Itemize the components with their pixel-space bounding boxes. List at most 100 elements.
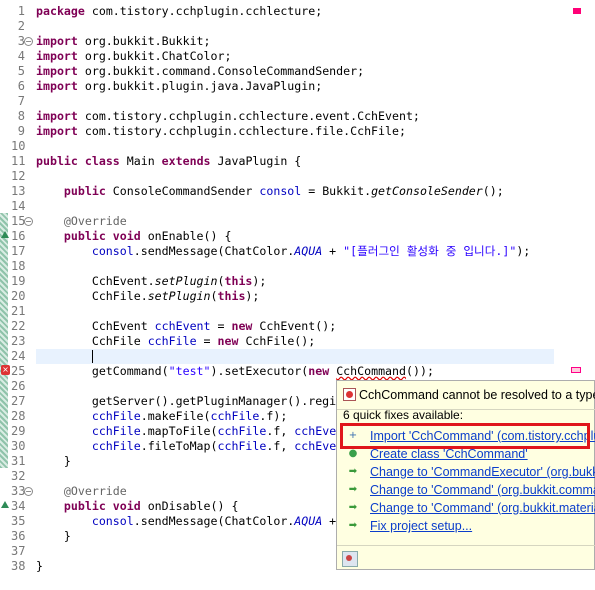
code-text[interactable]: import org.bukkit.ChatColor; bbox=[36, 49, 231, 64]
line-number: 28 bbox=[11, 409, 26, 423]
override-marker-icon[interactable] bbox=[1, 501, 9, 508]
code-line[interactable]: 12 bbox=[0, 169, 595, 184]
code-text[interactable]: } bbox=[36, 529, 71, 544]
code-text[interactable]: } bbox=[36, 559, 43, 574]
configure-problem-severity-icon[interactable] bbox=[342, 551, 358, 567]
code-line[interactable]: 15− @Override bbox=[0, 214, 595, 229]
code-line[interactable]: 14 bbox=[0, 199, 595, 214]
code-text[interactable]: @Override bbox=[36, 484, 127, 499]
quick-fix-label[interactable]: Change to 'Command' (org.bukkit.command) bbox=[370, 482, 595, 498]
code-text[interactable]: package com.tistory.cchplugin.cchlecture… bbox=[36, 4, 322, 19]
code-token: onDisable() { bbox=[140, 499, 239, 513]
code-text[interactable]: cchFile.mapToFile(cchFile.f, cchEve bbox=[36, 424, 336, 439]
line-number: 8 bbox=[17, 109, 25, 123]
code-line[interactable]: 17 consol.sendMessage(ChatColor.AQUA + "… bbox=[0, 244, 595, 259]
code-text[interactable]: import org.bukkit.plugin.java.JavaPlugin… bbox=[36, 79, 322, 94]
code-token: ); bbox=[245, 289, 260, 303]
code-line[interactable]: 5 import org.bukkit.command.ConsoleComman… bbox=[0, 64, 595, 79]
code-line[interactable]: 2 bbox=[0, 19, 595, 34]
code-line[interactable]: 24 bbox=[0, 349, 595, 364]
code-text[interactable]: @Override bbox=[36, 214, 127, 229]
code-token: CchFile(); bbox=[238, 334, 316, 348]
code-token: org.bukkit.plugin.java.JavaPlugin; bbox=[77, 79, 323, 93]
code-text[interactable]: CchEvent cchEvent = new CchEvent(); bbox=[36, 319, 336, 334]
line-number: 10 bbox=[11, 139, 26, 153]
code-token: cchFile bbox=[91, 439, 141, 453]
code-text[interactable]: cchFile.makeFile(cchFile.f); bbox=[36, 409, 287, 424]
overview-occurrence-marker[interactable] bbox=[571, 367, 581, 373]
code-line[interactable]: 21 bbox=[0, 304, 595, 319]
code-text[interactable]: public ConsoleCommandSender consol = Buk… bbox=[36, 184, 504, 199]
code-line[interactable]: 19 CchEvent.setPlugin(this); bbox=[0, 274, 595, 289]
code-text[interactable]: import org.bukkit.Bukkit; bbox=[36, 34, 211, 49]
quick-fix-item[interactable]: ➡ Fix project setup... bbox=[343, 518, 595, 534]
overview-error-marker[interactable] bbox=[573, 8, 581, 14]
line-number: 34 bbox=[11, 499, 26, 513]
quick-fix-item[interactable]: ➡ Change to 'CommandExecutor' (org.bukkit… bbox=[343, 464, 595, 480]
code-line[interactable]: 7 bbox=[0, 94, 595, 109]
code-text[interactable]: import com.tistory.cchplugin.cchlecture.… bbox=[36, 124, 406, 139]
code-token: ).setExecutor( bbox=[210, 364, 309, 378]
code-text[interactable]: import org.bukkit.command.ConsoleCommand… bbox=[36, 64, 364, 79]
code-text[interactable]: getCommand("test").setExecutor(new CchCo… bbox=[36, 364, 434, 379]
code-text[interactable]: cchFile.fileToMap(cchFile.f, cchEve bbox=[36, 439, 336, 454]
code-line[interactable]: 9 import com.tistory.cchplugin.cchlecture… bbox=[0, 124, 595, 139]
line-number: 19 bbox=[11, 274, 26, 288]
quick-fix-label[interactable]: Change to 'Command' (org.bukkit.material… bbox=[370, 500, 595, 516]
code-token: void bbox=[112, 499, 141, 513]
line-number: 14 bbox=[11, 199, 26, 213]
code-line[interactable]: 11 public class Main extends JavaPlugin { bbox=[0, 154, 595, 169]
code-text[interactable]: getServer().getPluginManager().regi bbox=[36, 394, 336, 409]
line-number: 5 bbox=[17, 64, 25, 78]
fold-toggle-icon[interactable]: − bbox=[24, 217, 33, 226]
fold-toggle-icon[interactable]: − bbox=[24, 487, 33, 496]
code-text[interactable]: CchFile.setPlugin(this); bbox=[36, 289, 260, 304]
code-token: cchFile bbox=[147, 334, 197, 348]
code-line[interactable]: 23 CchFile cchFile = new CchFile(); bbox=[0, 334, 595, 349]
code-line[interactable]: 25 × getCommand("test").setExecutor(new C… bbox=[0, 364, 595, 379]
quick-fix-label[interactable]: Change to 'CommandExecutor' (org.bukkit.… bbox=[370, 464, 595, 480]
code-token: consol bbox=[91, 244, 134, 258]
code-line[interactable]: 16 public void onEnable() { bbox=[0, 229, 595, 244]
code-text[interactable]: public class Main extends JavaPlugin { bbox=[36, 154, 301, 169]
code-token: setPlugin bbox=[154, 274, 218, 288]
code-line[interactable]: 6 import org.bukkit.plugin.java.JavaPlugi… bbox=[0, 79, 595, 94]
code-line[interactable]: 20 CchFile.setPlugin(this); bbox=[0, 289, 595, 304]
code-line[interactable]: 18 bbox=[0, 259, 595, 274]
code-text[interactable]: consol.sendMessage(ChatColor.AQUA + "[플러… bbox=[36, 244, 530, 259]
quick-fix-item[interactable]: ➡ Change to 'Command' (org.bukkit.command… bbox=[343, 482, 595, 498]
override-marker-icon[interactable] bbox=[1, 231, 9, 238]
code-line[interactable]: 22 CchEvent cchEvent = new CchEvent(); bbox=[0, 319, 595, 334]
code-text[interactable]: CchEvent.setPlugin(this); bbox=[36, 274, 267, 289]
code-text[interactable]: CchFile cchFile = new CchFile(); bbox=[36, 334, 315, 349]
code-token: ()); bbox=[406, 364, 434, 378]
current-line-highlight bbox=[36, 349, 554, 364]
quick-fix-item[interactable]: ➡ Change to 'Command' (org.bukkit.materia… bbox=[343, 500, 595, 516]
code-line[interactable]: 4 import org.bukkit.ChatColor; bbox=[0, 49, 595, 64]
code-token: .makeFile( bbox=[140, 409, 211, 423]
fold-toggle-icon[interactable]: − bbox=[24, 37, 33, 46]
code-text[interactable]: import com.tistory.cchplugin.cchlecture.… bbox=[36, 109, 420, 124]
code-text[interactable]: public void onDisable() { bbox=[36, 499, 239, 514]
quick-fix-header: CchCommand cannot be resolved to a type bbox=[337, 381, 595, 410]
code-text[interactable]: } bbox=[36, 454, 71, 469]
code-line[interactable]: 1 package com.tistory.cchplugin.cchlectur… bbox=[0, 4, 595, 19]
code-text[interactable]: public void onEnable() { bbox=[36, 229, 232, 244]
quick-fix-label[interactable]: Fix project setup... bbox=[370, 518, 472, 534]
code-line[interactable]: 13 public ConsoleCommandSender consol = … bbox=[0, 184, 595, 199]
code-token: import bbox=[36, 109, 78, 123]
code-text[interactable]: consol.sendMessage(ChatColor.AQUA + bbox=[36, 514, 336, 529]
code-line[interactable]: 8 import com.tistory.cchplugin.cchlecture… bbox=[0, 109, 595, 124]
code-line[interactable]: 10 bbox=[0, 139, 595, 154]
code-token: consol bbox=[259, 184, 302, 198]
code-line[interactable]: 3− import org.bukkit.Bukkit; bbox=[0, 34, 595, 49]
code-token: new bbox=[231, 319, 253, 333]
code-token: Main bbox=[119, 154, 162, 168]
code-text[interactable] bbox=[36, 349, 93, 364]
error-marker-icon[interactable]: × bbox=[1, 365, 10, 375]
